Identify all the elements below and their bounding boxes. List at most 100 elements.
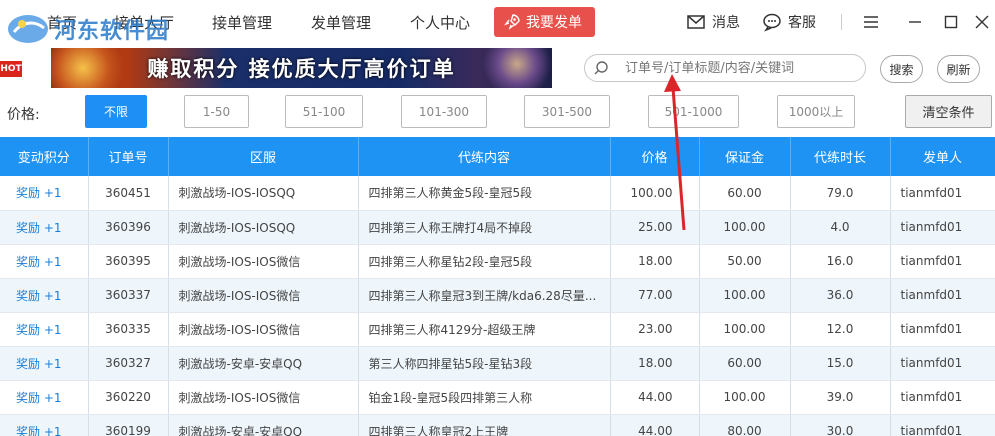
row-server: 刺激战场-IOS-IOS微信 [168,244,359,279]
row-duration: 16.0 [790,244,891,279]
row-price: 18.00 [610,346,700,381]
col-header-duration[interactable]: 代练时长 [790,137,891,176]
row-price: 23.00 [610,312,700,347]
row-duration: 36.0 [790,278,891,313]
row-deposit: 60.00 [699,346,791,381]
minimize-icon [909,21,921,23]
promo-banner[interactable]: 赚取积分 接优质大厅高价订单 [51,48,552,88]
row-points[interactable]: 奖励 +1 [0,414,89,436]
search-input[interactable] [625,60,855,76]
row-price: 44.00 [610,414,700,436]
row-server: 刺激战场-安卓-安卓QQ [168,414,359,436]
row-publisher: tianmfd01 [890,380,995,415]
row-order-id: 360395 [88,244,169,279]
price-option-all[interactable]: 不限 [85,95,147,128]
col-header-deposit[interactable]: 保证金 [699,137,791,176]
row-order-id: 360327 [88,346,169,381]
refresh-button[interactable]: 刷新 [937,55,980,83]
price-option-51-100[interactable]: 51-100 [285,95,363,128]
messages-label: 消息 [712,15,740,31]
price-option-1000-plus[interactable]: 1000以上 [777,95,855,128]
table-row[interactable]: 奖励 +1 360396 刺激战场-IOS-IOSQQ 四排第三人称王牌打4局不掉段 2… [0,210,995,245]
table-row[interactable]: 奖励 +1 360337 刺激战场-IOS-IOS微信 四排第三人称皇冠3到王牌/kd… [0,278,995,313]
menu-button[interactable] [862,13,880,31]
table-row[interactable]: 奖励 +1 360395 刺激战场-IOS-IOS微信 四排第三人称星钻2段-皇冠5段… [0,244,995,279]
row-deposit: 80.00 [699,414,791,436]
nav-personal-center[interactable]: 个人中心 [410,12,470,33]
row-duration: 39.0 [790,380,891,415]
col-header-price[interactable]: 价格 [610,137,700,176]
row-points[interactable]: 奖励 +1 [0,312,89,347]
nav-order-hall[interactable]: 接单大厅 [114,12,174,33]
maximize-button[interactable] [942,13,960,31]
price-option-501-1000[interactable]: 501-1000 [648,95,739,128]
col-header-publisher[interactable]: 发单人 [890,137,995,176]
price-option-1-50[interactable]: 1-50 [184,95,249,128]
clear-filters-button[interactable]: 清空条件 [905,95,992,128]
row-deposit: 100.00 [699,380,791,415]
row-server: 刺激战场-IOS-IOS微信 [168,278,359,313]
chat-bubble-icon [763,13,781,32]
maximize-icon [944,15,958,29]
orders-table: 变动积分 订单号 区服 代练内容 价格 保证金 代练时长 发单人 奖励 +1 36… [0,137,995,436]
hamburger-icon [864,16,878,28]
table-row[interactable]: 奖励 +1 360199 刺激战场-安卓-安卓QQ 四排第三人称皇冠2上王牌 44.00… [0,414,995,436]
price-option-301-500[interactable]: 301-500 [524,95,610,128]
table-row[interactable]: 奖励 +1 360335 刺激战场-IOS-IOS微信 四排第三人称4129分-超级王… [0,312,995,347]
row-deposit: 100.00 [699,278,791,313]
row-price: 100.00 [610,176,700,211]
minimize-button[interactable] [906,13,924,31]
close-button[interactable] [973,13,991,31]
row-content: 四排第三人称皇冠3到王牌/kda6.28尽量... [358,278,611,313]
row-points[interactable]: 奖励 +1 [0,244,89,279]
row-content: 四排第三人称王牌打4局不掉段 [358,210,611,245]
table-row[interactable]: 奖励 +1 360451 刺激战场-IOS-IOSQQ 四排第三人称黄金5段-皇冠5段… [0,176,995,211]
row-publisher: tianmfd01 [890,312,995,347]
row-content: 四排第三人称星钻2段-皇冠5段 [358,244,611,279]
row-server: 刺激战场-安卓-安卓QQ [168,346,359,381]
col-header-points[interactable]: 变动积分 [0,137,89,176]
row-price: 77.00 [610,278,700,313]
row-points[interactable]: 奖励 +1 [0,176,89,211]
messages-button[interactable]: 消息 [686,12,740,32]
customer-service-button[interactable]: 客服 [762,12,816,32]
row-points[interactable]: 奖励 +1 [0,346,89,381]
row-content: 四排第三人称皇冠2上王牌 [358,414,611,436]
row-server: 刺激战场-IOS-IOS微信 [168,380,359,415]
app-window: 首页 接单大厅 接单管理 发单管理 个人中心 我要发单 消息 客服 河东软件园 … [0,0,995,436]
row-deposit: 50.00 [699,244,791,279]
row-points[interactable]: 奖励 +1 [0,278,89,313]
row-duration: 4.0 [790,210,891,245]
row-points[interactable]: 奖励 +1 [0,380,89,415]
nav-order-manage[interactable]: 接单管理 [212,12,272,33]
nav-publish-manage[interactable]: 发单管理 [311,12,371,33]
search-box[interactable] [584,54,866,82]
hot-badge: HOT [0,61,22,77]
row-server: 刺激战场-IOS-IOSQQ [168,210,359,245]
table-header-row: 变动积分 订单号 区服 代练内容 价格 保证金 代练时长 发单人 [0,137,995,176]
row-publisher: tianmfd01 [890,244,995,279]
row-points[interactable]: 奖励 +1 [0,210,89,245]
nav-home[interactable]: 首页 [47,12,77,33]
price-option-101-300[interactable]: 101-300 [401,95,487,128]
mail-icon [687,15,705,29]
row-duration: 15.0 [790,346,891,381]
search-button[interactable]: 搜索 [880,55,923,83]
col-header-order-id[interactable]: 订单号 [88,137,169,176]
row-content: 四排第三人称黄金5段-皇冠5段 [358,176,611,211]
table-row[interactable]: 奖励 +1 360220 刺激战场-IOS-IOS微信 铂金1段-皇冠5段四排第三人称… [0,380,995,415]
col-header-content[interactable]: 代练内容 [358,137,611,176]
banner-text: 赚取积分 接优质大厅高价订单 [147,57,456,81]
row-order-id: 360451 [88,176,169,211]
price-filter-row: 价格: 不限 1-50 51-100 101-300 301-500 501-1… [0,92,995,132]
customer-service-label: 客服 [788,15,816,31]
row-price: 25.00 [610,210,700,245]
row-content: 第三人称四排星钻5段-星钻3段 [358,346,611,381]
table-row[interactable]: 奖励 +1 360327 刺激战场-安卓-安卓QQ 第三人称四排星钻5段-星钻3段 18… [0,346,995,381]
row-order-id: 360335 [88,312,169,347]
col-header-server[interactable]: 区服 [168,137,359,176]
rocket-icon [504,14,520,30]
publish-order-button[interactable]: 我要发单 [494,7,595,37]
orders-table-wrap: 变动积分 订单号 区服 代练内容 价格 保证金 代练时长 发单人 奖励 +1 36… [0,137,995,436]
price-filter-label: 价格: [7,107,40,123]
